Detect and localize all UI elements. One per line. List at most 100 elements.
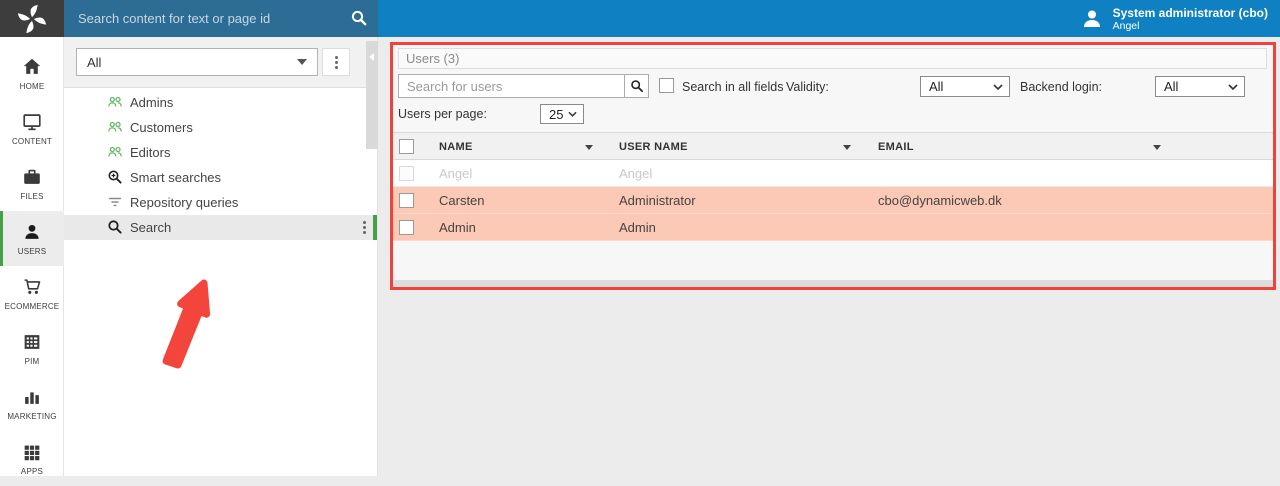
monitor-icon xyxy=(21,111,43,133)
tree-item-editors[interactable]: Editors xyxy=(64,140,377,165)
user-group-icon xyxy=(107,94,123,110)
dynamicweb-logo-icon xyxy=(15,2,49,36)
search-all-fields-checkbox[interactable] xyxy=(659,78,674,93)
kebab-icon xyxy=(323,49,349,75)
user-role-label: System administrator (cbo) xyxy=(1113,6,1268,20)
users-per-page-select[interactable]: 25 xyxy=(540,104,584,124)
sidebar-item-label: FILES xyxy=(20,192,43,201)
global-search-placeholder: Search content for text or page id xyxy=(64,11,270,26)
cart-icon xyxy=(21,276,43,298)
sidebar-item-content[interactable]: CONTENT xyxy=(0,101,64,156)
cell-name: Carsten xyxy=(439,187,485,214)
row-checkbox[interactable] xyxy=(399,193,414,208)
tree-item-label: Smart searches xyxy=(130,170,221,185)
bar-chart-icon xyxy=(21,386,43,408)
chevron-down-icon xyxy=(1228,84,1238,90)
horizontal-scrollbar[interactable] xyxy=(393,280,1273,287)
grid-icon xyxy=(21,441,43,463)
user-search-button[interactable] xyxy=(625,74,649,98)
sidebar-item-label: HOME xyxy=(20,82,45,91)
tree-item-label: Search xyxy=(130,220,171,235)
row-checkbox[interactable] xyxy=(399,220,414,235)
caret-down-icon[interactable] xyxy=(1153,145,1161,150)
tree-item-search[interactable]: Search xyxy=(64,215,377,240)
cell-email: cbo@dynamicweb.dk xyxy=(878,187,1002,214)
backend-login-select[interactable]: All xyxy=(1155,76,1245,97)
backend-login-label: Backend login: xyxy=(1020,80,1102,94)
scope-dropdown[interactable]: All xyxy=(76,48,318,76)
search-icon xyxy=(107,219,123,235)
users-count-title: Users (3) xyxy=(399,51,459,66)
search-icon[interactable] xyxy=(350,9,368,27)
global-search[interactable]: Search content for text or page id xyxy=(64,0,378,37)
sidebar-item-label: APPS xyxy=(21,467,43,476)
tree-item-admins[interactable]: Admins xyxy=(64,90,377,115)
building-icon xyxy=(21,331,43,353)
scope-kebab-button[interactable] xyxy=(322,48,350,76)
validity-value: All xyxy=(929,79,943,94)
row-checkbox xyxy=(399,166,414,181)
home-icon xyxy=(21,56,43,78)
sidebar-item-apps[interactable]: APPS xyxy=(0,431,64,486)
app-logo[interactable] xyxy=(0,0,64,37)
table-row[interactable]: Carsten Administrator cbo@dynamicweb.dk xyxy=(393,187,1273,214)
users-per-page-label: Users per page: xyxy=(398,107,487,121)
sidebar-item-label: ECOMMERCE xyxy=(5,302,60,311)
annotation-highlight-box: Users (3) Search in all fields Validity:… xyxy=(390,42,1276,290)
tree-item-label: Admins xyxy=(130,95,173,110)
validity-label: Validity: xyxy=(786,80,829,94)
tree-item-repository-queries[interactable]: Repository queries xyxy=(64,190,377,215)
chevron-left-icon xyxy=(369,53,374,61)
current-user-menu[interactable]: System administrator (cbo) Angel xyxy=(1080,6,1280,32)
caret-down-icon[interactable] xyxy=(843,145,851,150)
chevron-down-icon xyxy=(568,111,577,117)
sidebar-item-files[interactable]: FILES xyxy=(0,156,64,211)
sidebar-item-pim[interactable]: PIM xyxy=(0,321,64,376)
column-header-name[interactable]: NAME xyxy=(439,133,473,161)
tree-item-label: Customers xyxy=(130,120,193,135)
tree-item-customers[interactable]: Customers xyxy=(64,115,377,140)
tree-list: Admins Customers Editors xyxy=(64,90,377,240)
topbar-main: System administrator (cbo) Angel xyxy=(378,0,1280,37)
tree-item-kebab-button[interactable] xyxy=(356,219,372,235)
sidebar-item-label: USERS xyxy=(18,247,47,256)
main-content: Users (3) Search in all fields Validity:… xyxy=(378,37,1280,476)
user-name-label: Angel xyxy=(1113,20,1268,32)
sidebar-item-label: MARKETING xyxy=(7,412,56,421)
select-all-checkbox[interactable] xyxy=(399,139,414,154)
backend-login-value: All xyxy=(1164,79,1178,94)
table-header-row: NAME USER NAME EMAIL xyxy=(393,132,1273,160)
cell-user-name: Angel xyxy=(619,160,652,187)
column-header-email[interactable]: EMAIL xyxy=(878,133,914,161)
sidebar-item-home[interactable]: HOME xyxy=(0,46,64,101)
user-group-icon xyxy=(107,119,123,135)
user-group-icon xyxy=(107,144,123,160)
tree-item-smart-searches[interactable]: Smart searches xyxy=(64,165,377,190)
cell-user-name: Admin xyxy=(619,214,656,241)
tree-item-label: Repository queries xyxy=(130,195,238,210)
users-panel-title: Users (3) xyxy=(398,48,1267,69)
search-icon xyxy=(630,79,644,93)
search-all-fields-label: Search in all fields xyxy=(682,80,783,94)
table-row[interactable]: Admin Admin xyxy=(393,214,1273,241)
filter-icon xyxy=(107,194,123,210)
users-table: NAME USER NAME EMAIL Angel Angel Carsten… xyxy=(393,132,1273,241)
sidebar-item-marketing[interactable]: MARKETING xyxy=(0,376,64,431)
user-search-input[interactable] xyxy=(398,74,625,98)
briefcase-icon xyxy=(21,166,43,188)
sidebar-item-users[interactable]: USERS xyxy=(0,211,64,266)
cell-name: Angel xyxy=(439,160,472,187)
main-sidebar: HOME CONTENT FILES USERS ECOMMERCE xyxy=(0,37,64,476)
table-row[interactable]: Angel Angel xyxy=(393,160,1273,187)
sidebar-item-label: CONTENT xyxy=(12,137,52,146)
sidebar-item-label: PIM xyxy=(25,357,40,366)
users-per-page-value: 25 xyxy=(549,107,563,122)
column-header-user-name[interactable]: USER NAME xyxy=(619,133,688,161)
caret-down-icon[interactable] xyxy=(585,145,593,150)
zoom-in-icon xyxy=(107,169,123,185)
user-icon xyxy=(21,221,43,243)
sidebar-item-ecommerce[interactable]: ECOMMERCE xyxy=(0,266,64,321)
cell-user-name: Administrator xyxy=(619,187,696,214)
topbar: Search content for text or page id Syste… xyxy=(0,0,1280,37)
validity-select[interactable]: All xyxy=(920,76,1010,97)
